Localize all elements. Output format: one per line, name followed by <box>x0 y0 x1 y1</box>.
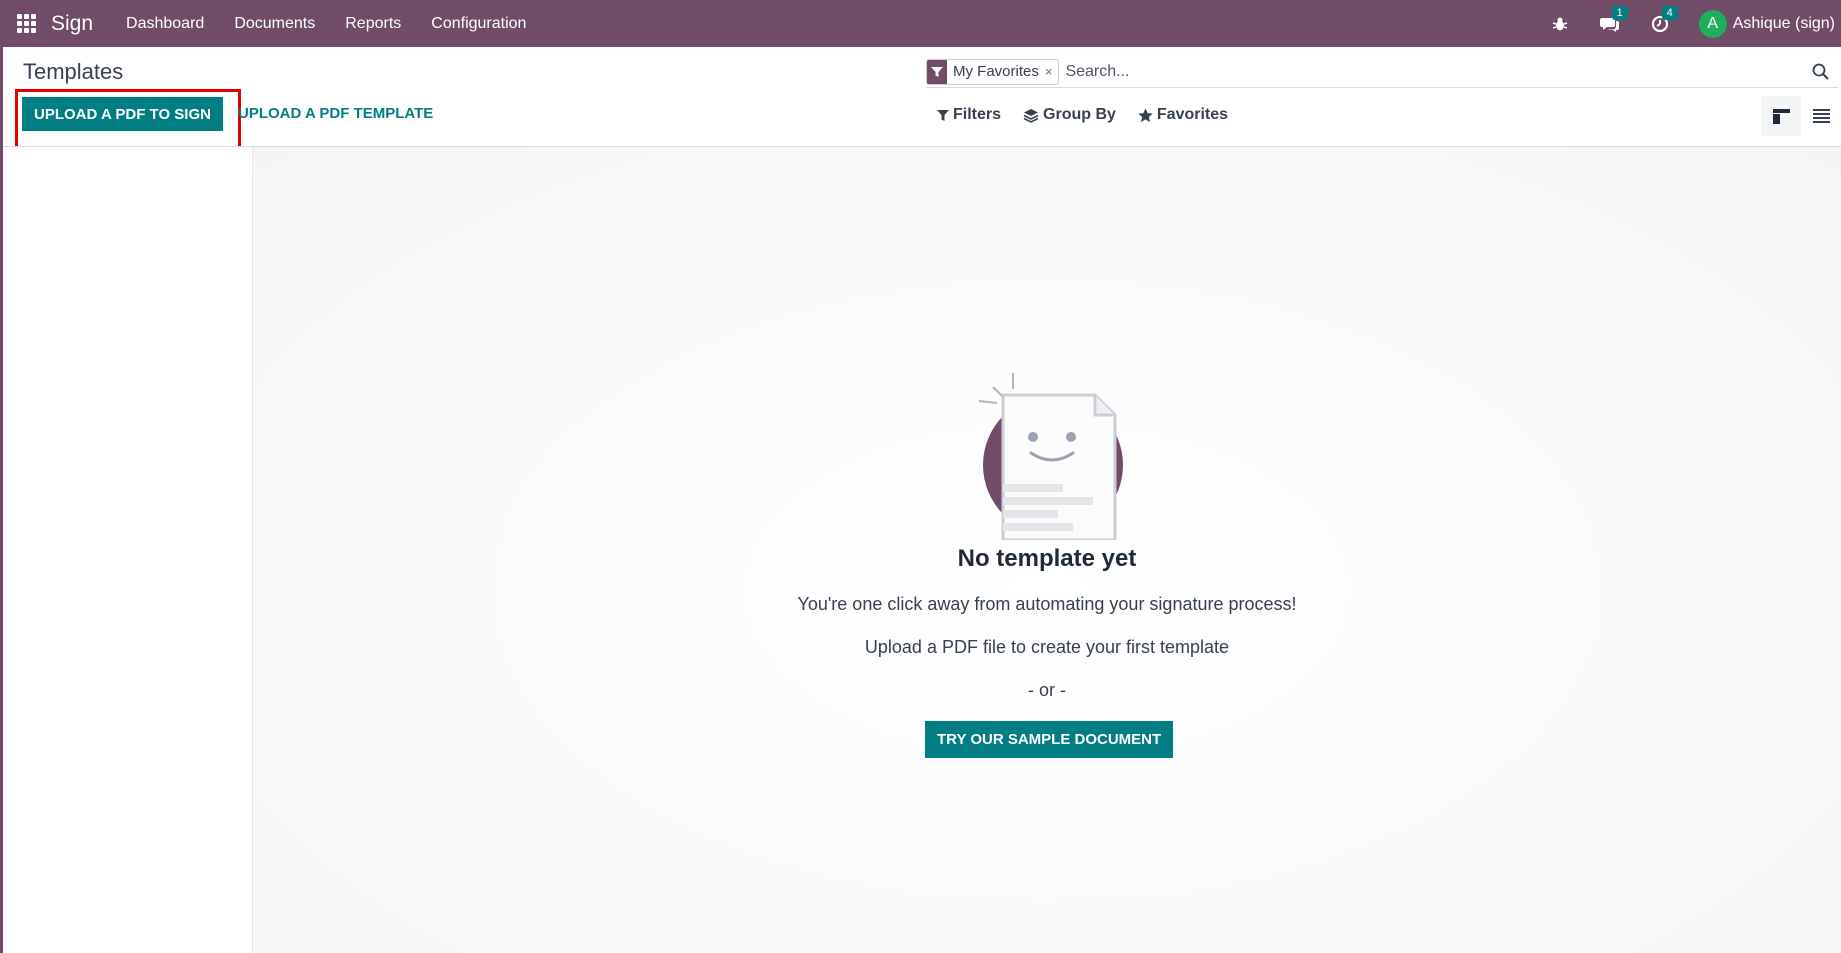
search-facet: My Favorites × <box>926 58 1060 85</box>
empty-state-text-1: You're one click away from automating yo… <box>797 594 1297 614</box>
app-brand[interactable]: Sign <box>51 12 93 36</box>
menu-item-reports[interactable]: Reports <box>330 0 416 47</box>
activities-clock-icon[interactable]: 4 <box>1649 5 1678 35</box>
user-avatar[interactable]: A <box>1698 9 1727 38</box>
menu-item-configuration[interactable]: Configuration <box>416 0 541 47</box>
facet-label: My Favorites <box>953 63 1039 80</box>
user-menu[interactable]: Ashique (sign) <box>1733 15 1835 33</box>
list-view-icon[interactable] <box>1801 96 1841 136</box>
upload-pdf-template-button[interactable]: UPLOAD A PDF TEMPLATE <box>238 105 433 122</box>
apps-grid-icon[interactable] <box>17 13 37 34</box>
kanban-view-icon[interactable] <box>1761 96 1801 136</box>
main-menu: Dashboard Documents Reports Configuratio… <box>111 0 541 47</box>
facet-remove-icon[interactable]: × <box>1043 64 1059 79</box>
filters-label: Filters <box>953 106 1002 123</box>
search-bar: My Favorites × <box>926 56 1838 88</box>
activities-count-badge: 4 <box>1661 5 1678 20</box>
groupby-toggle[interactable]: Group By <box>1023 106 1116 124</box>
search-options: Filters Group By Favorites <box>937 106 1250 124</box>
layers-icon <box>1023 108 1039 123</box>
kanban-content: No template yet You're one click away fr… <box>253 147 1841 953</box>
menu-item-documents[interactable]: Documents <box>219 0 330 47</box>
top-navbar: Sign Dashboard Documents Reports Configu… <box>0 0 1841 47</box>
filters-toggle[interactable]: Filters <box>937 106 1001 124</box>
empty-state-text-2: Upload a PDF file to create your first t… <box>864 637 1230 657</box>
search-magnifier-icon[interactable] <box>1808 60 1832 84</box>
search-input[interactable] <box>1065 57 1808 86</box>
favorites-toggle[interactable]: Favorites <box>1138 106 1228 124</box>
messages-count-badge: 1 <box>1611 5 1628 20</box>
filter-funnel-icon <box>927 59 947 84</box>
try-sample-document-button[interactable]: TRY OUR SAMPLE DOCUMENT <box>925 721 1174 758</box>
empty-state-or: - or - <box>1028 680 1066 700</box>
groupby-label: Group By <box>1043 106 1116 123</box>
systray: 1 4 A Ashique (sign) <box>1549 0 1841 47</box>
messages-chat-icon[interactable]: 1 <box>1599 5 1628 35</box>
page-title: Templates <box>23 59 124 84</box>
empty-document-illustration <box>978 373 1123 540</box>
favorites-label: Favorites <box>1156 106 1229 123</box>
menu-item-dashboard[interactable]: Dashboard <box>111 0 219 47</box>
upload-pdf-to-sign-button[interactable]: UPLOAD A PDF TO SIGN <box>22 97 223 131</box>
empty-state-helper: No template yet You're one click away fr… <box>253 147 1841 953</box>
empty-state-title: No template yet <box>957 545 1137 572</box>
filter-funnel-icon <box>937 109 949 121</box>
search-panel <box>3 147 253 953</box>
star-icon <box>1138 107 1153 122</box>
view-switcher <box>1761 96 1841 136</box>
debug-bug-icon[interactable] <box>1549 13 1571 35</box>
